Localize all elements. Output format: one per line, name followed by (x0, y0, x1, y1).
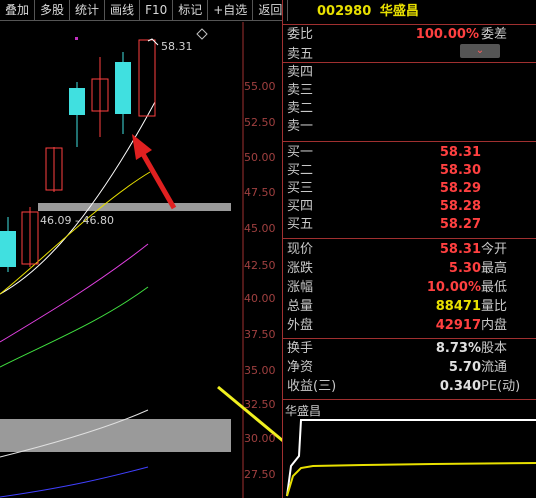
candle-4 (69, 82, 85, 147)
ma30-line (0, 286, 149, 368)
ask-row: 卖二 (287, 101, 314, 116)
axis-tick: 55.00 (244, 80, 276, 93)
bid-row: 买一 58.31 (287, 145, 481, 160)
axis-tick: 42.50 (244, 259, 276, 272)
candle-2 (21, 207, 39, 267)
candle-6 (115, 52, 131, 134)
candle-7 (138, 39, 156, 117)
finance-row: 换手 8.73% 股本 (287, 341, 508, 356)
ask-row: 卖四 (287, 65, 314, 80)
statistics-button[interactable]: 统计 (70, 0, 106, 21)
weibi-row: 委比 100.00% 委差 (287, 27, 508, 42)
gap-range-label: 46.09 - 46.80 (40, 214, 114, 227)
multi-stock-button[interactable]: 多股 (35, 0, 71, 21)
quote-row: 涨跌 5.30 最高 (287, 261, 508, 276)
ask-row: 卖五 (287, 47, 314, 62)
price-gap-band (38, 203, 231, 211)
add-watchlist-button[interactable]: +自选 (208, 0, 254, 21)
overlay-button[interactable]: 叠加 (0, 0, 36, 21)
axis-tick: 40.00 (244, 292, 276, 305)
intraday-price-line (286, 419, 536, 497)
candle-5 (91, 57, 109, 137)
candle-3 (45, 147, 63, 192)
quote-row: 涨幅 10.00% 最低 (287, 280, 508, 295)
bid-row: 买二 58.30 (287, 163, 481, 178)
chart-toolbar: 叠加 多股 统计 画线 F10 标记 +自选 返回 (0, 0, 289, 21)
high-price-label: 58.31 (161, 40, 193, 53)
ask-row: 卖一 (287, 119, 314, 134)
red-arrow-annotation (132, 134, 177, 210)
bid-row: 买三 58.29 (287, 181, 481, 196)
intraday-avg-line (286, 462, 536, 497)
candle-1 (0, 217, 16, 272)
quote-row: 外盘 42917 内盘 (287, 318, 508, 333)
kline-chart[interactable]: 58.31 46.09 - 46.80 55.00 52.50 50.00 47… (0, 22, 320, 498)
ask-row: 卖三 (287, 83, 314, 98)
quote-row: 总量 88471 量比 (287, 299, 508, 314)
intraday-mini-chart[interactable] (283, 416, 536, 498)
weibi-value: 100.00% (415, 27, 479, 42)
axis-tick: 37.50 (244, 328, 276, 341)
ma120-line (0, 466, 149, 498)
kline-svg (0, 22, 320, 498)
quote-row: 现价 58.31 今开 (287, 242, 508, 257)
f10-button[interactable]: F10 (140, 0, 174, 21)
bid-row: 买四 58.28 (287, 199, 481, 214)
axis-tick: 27.50 (244, 468, 276, 481)
axis-tick: 35.00 (244, 364, 276, 377)
finance-row: 收益(三) 0.340 PE(动) (287, 379, 521, 394)
stock-code: 002980 (317, 4, 372, 19)
signal-dot (75, 37, 78, 40)
axis-tick: 47.50 (244, 186, 276, 199)
bid-row: 买五 58.27 (287, 217, 481, 232)
finance-row: 净资 5.70 流通 (287, 360, 508, 375)
stock-name: 华盛昌 (379, 4, 419, 19)
axis-tick: 32.50 (244, 398, 276, 411)
axis-tick: 50.00 (244, 151, 276, 164)
quote-panel: 002980 华盛昌 委比 100.00% 委差 ⌄ 卖五 卖四 卖三 卖二 卖… (282, 0, 536, 498)
mark-button[interactable]: 标记 (173, 0, 209, 21)
draw-line-button[interactable]: 画线 (105, 0, 141, 21)
axis-tick: 45.00 (244, 222, 276, 235)
axis-tick: 52.50 (244, 116, 276, 129)
price-gap-band-lower (0, 419, 231, 452)
stock-title: 002980 华盛昌 (283, 0, 536, 24)
axis-tick: 30.00 (244, 432, 276, 445)
high-marker (147, 38, 159, 46)
diamond-icon (196, 28, 208, 40)
